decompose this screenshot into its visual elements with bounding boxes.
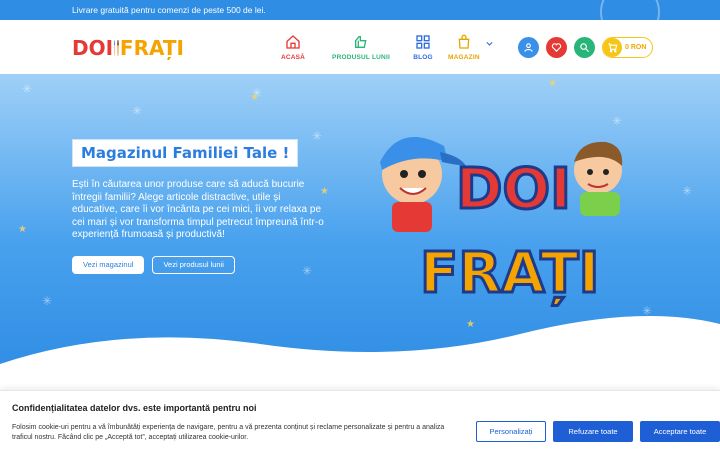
cookie-banner: Confidențialitatea datelor dvs. este imp… [0, 390, 720, 450]
search-icon [580, 43, 590, 53]
heart-icon [551, 43, 562, 52]
shopping-bag-icon [458, 34, 470, 49]
logo-text-part1: DOI [72, 36, 114, 60]
sparkle-decoration: ✳ [311, 129, 323, 143]
search-button[interactable] [574, 37, 595, 58]
decorative-circle [600, 0, 660, 20]
main-nav: ACASĂ PRODUSUL LUNII BLOG MAGAZIN [262, 34, 510, 61]
cookie-title: Confidențialitatea datelor dvs. este imp… [12, 403, 257, 413]
sparkle-decoration: ✳ [301, 264, 313, 278]
star-decoration: ★ [548, 78, 557, 89]
nav-label: ACASĂ [280, 54, 306, 61]
chevron-down-icon[interactable] [485, 39, 494, 48]
reject-all-button[interactable]: Refuzare toate [553, 421, 633, 442]
nav-item-produsul-lunii[interactable]: PRODUSUL LUNII [324, 34, 398, 61]
nav-label: PRODUSUL LUNII [332, 54, 390, 61]
user-icon [524, 43, 533, 52]
home-icon [286, 35, 300, 49]
wishlist-button[interactable] [546, 37, 567, 58]
hero-buttons: Vezi magazinul Vezi produsul lunii [72, 256, 243, 274]
cart-button[interactable]: 0 RON [602, 37, 654, 58]
sparkle-decoration: ✳ [681, 184, 693, 198]
site-logo[interactable]: DOI FRAȚI [72, 34, 184, 62]
cart-total: 0 RON [625, 44, 647, 51]
nav-label: MAGAZIN [448, 54, 480, 61]
logo-kid-icon [114, 40, 116, 56]
product-icon [355, 36, 367, 48]
customize-button[interactable]: Personalizați [476, 421, 546, 442]
brand-word-line2: FRAȚI [420, 241, 599, 306]
account-button[interactable] [518, 37, 539, 58]
star-decoration: ★ [18, 224, 27, 235]
announcement-text: Livrare gratuită pentru comenzi de peste… [72, 5, 266, 15]
hero-banner: ✳ ✳ ✳ ✳ ✳ ✳ ✳ ✳ ✳ ★ ★ ★ ★ ★ Magazinul Fa… [0, 74, 720, 374]
nav-label: BLOG [413, 54, 433, 61]
nav-item-magazin[interactable]: MAGAZIN [448, 34, 510, 61]
star-decoration: ★ [250, 92, 259, 103]
hero-wave [0, 316, 720, 374]
cookie-buttons: Personalizați Refuzare toate Acceptare t… [476, 421, 720, 442]
shop-button[interactable]: Vezi magazinul [72, 256, 145, 274]
logo-text-part2: FRAȚI [119, 36, 184, 60]
brand-word-line1: DOI [456, 157, 571, 222]
grid-icon [416, 35, 430, 49]
hero-title: Magazinul Familiei Tale ! [72, 139, 299, 167]
announcement-bar: Livrare gratuită pentru comenzi de peste… [0, 0, 720, 20]
sparkle-decoration: ✳ [21, 82, 33, 96]
nav-item-acasa[interactable]: ACASĂ [262, 34, 324, 61]
logo-kid-icon [117, 40, 119, 56]
site-header: DOI FRAȚI ACASĂ PRODUSUL LUNII BLOG MAGA… [0, 20, 720, 74]
header-actions: 0 RON [518, 37, 654, 58]
cart-icon-wrap [603, 38, 622, 57]
product-of-month-button[interactable]: Vezi produsul lunii [152, 256, 235, 274]
cart-icon [608, 43, 618, 53]
hero-description: Ești în căutarea unor produse care să ad… [72, 179, 324, 240]
sparkle-decoration: ✳ [131, 104, 143, 118]
accept-all-button[interactable]: Acceptare toate [640, 421, 720, 442]
cookie-text: Folosim cookie-uri pentru a vă îmbunătăț… [12, 424, 445, 441]
mascot-illustration: DOI FRAȚI [380, 137, 623, 308]
nav-item-blog[interactable]: BLOG [398, 34, 448, 61]
